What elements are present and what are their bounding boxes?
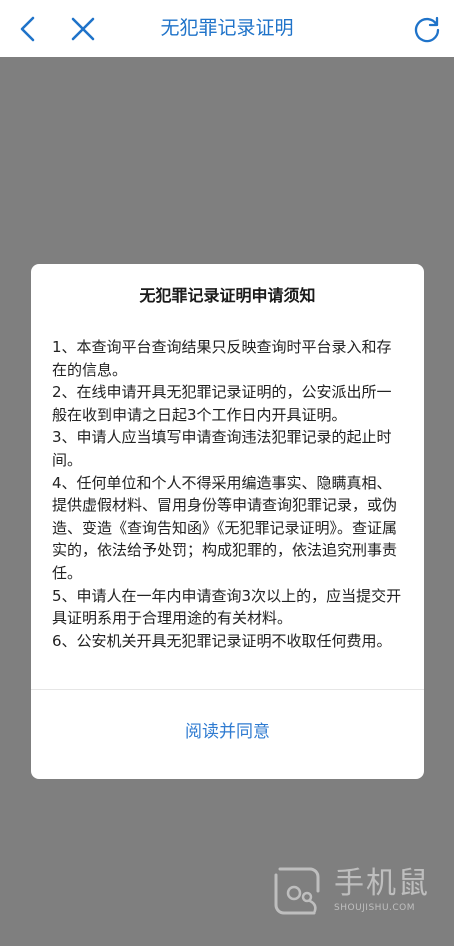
dialog-title: 无犯罪记录证明申请须知: [139, 286, 316, 305]
notice-dialog: 无犯罪记录证明申请须知 1、本查询平台查询结果只反映查询时平台录入和存在的信息。…: [31, 264, 424, 779]
close-icon: [71, 17, 95, 40]
notice-item-6: 6、公安机关开具无犯罪记录证明不收取任何费用。: [52, 631, 392, 650]
chevron-left-icon: [20, 16, 35, 41]
notice-item-1: 1、本查询平台查询结果只反映查询时平台录入和存在的信息。: [52, 338, 392, 379]
top-navbar: 无犯罪记录证明: [0, 0, 454, 57]
back-button[interactable]: [3, 0, 53, 57]
refresh-button[interactable]: [402, 0, 452, 57]
notice-item-5: 5、申请人在一年内申请查询3次以上的，应当提交开具证明系用于合理用途的有关材料。: [52, 586, 402, 628]
agree-button[interactable]: 阅读并同意: [31, 690, 424, 779]
notice-item-3: 3、申请人应当填写申请查询违法犯罪记录的起止时间。: [52, 428, 392, 469]
watermark-brand: 手机鼠: [334, 866, 430, 901]
dialog-body: 1、本查询平台查询结果只反映查询时平台录入和存在的信息。 2、在线申请开具无犯罪…: [52, 336, 404, 652]
watermark-text: 手机鼠 SHOUJISHU.COM: [334, 866, 430, 914]
mouse-logo-icon: [274, 867, 320, 915]
close-button[interactable]: [58, 0, 108, 57]
notice-item-2: 2、在线申请开具无犯罪记录证明的，公安派出所一般在收到申请之日起3个工作日内开具…: [52, 383, 392, 424]
watermark-url: SHOUJISHU.COM: [334, 903, 416, 913]
notice-item-4: 4、任何单位和个人不得采用编造事实、隐瞒真相、提供虚假材料、冒用身份等申请查询犯…: [52, 473, 398, 582]
refresh-icon: [414, 16, 440, 42]
watermark: 手机鼠 SHOUJISHU.COM: [270, 847, 440, 933]
